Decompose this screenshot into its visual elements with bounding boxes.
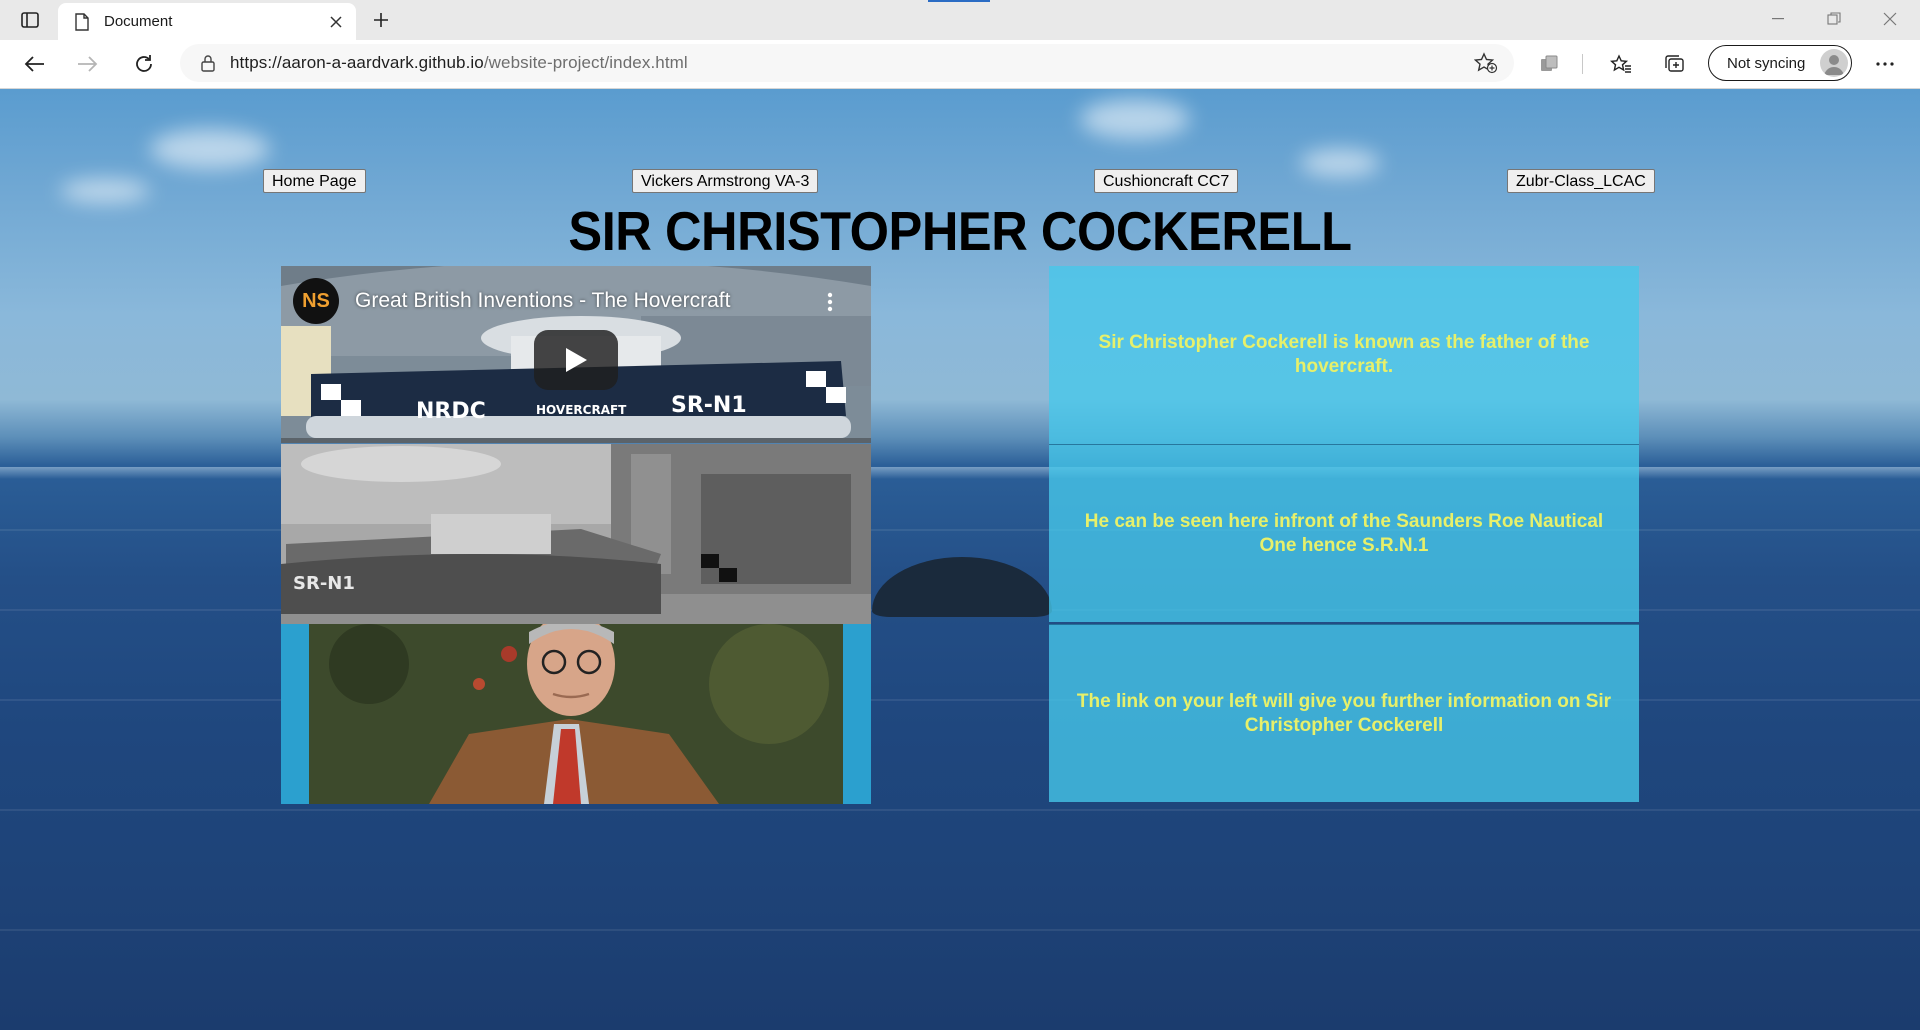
- wave-line: [0, 929, 1920, 931]
- extensions-icon[interactable]: [1534, 50, 1564, 78]
- minimize-icon[interactable]: [1750, 0, 1806, 38]
- profile-button[interactable]: Not syncing: [1708, 45, 1852, 81]
- video-embed[interactable]: NRDC HOVERCRAFT SR-N1 NS Great British I…: [281, 266, 871, 443]
- craft-marking-srn1: SR-N1: [671, 393, 747, 418]
- page-title: SIR CHRISTOPHER COCKERELL: [568, 200, 1352, 262]
- document-icon: [74, 12, 90, 31]
- video-title[interactable]: Great British Inventions - The Hovercraf…: [355, 289, 730, 313]
- browser-toolbar: https://aaron-a-aardvark.github.io/websi…: [0, 40, 1920, 89]
- craft-marking-hovercraft: HOVERCRAFT: [536, 403, 627, 417]
- avatar-icon: [1820, 49, 1848, 77]
- hovercraft-photo: SR-N1: [281, 444, 871, 624]
- video-menu-icon[interactable]: [827, 292, 833, 317]
- browser-tab-active[interactable]: Document: [58, 3, 356, 40]
- refresh-icon[interactable]: [126, 48, 162, 80]
- page-viewport: Home Page Vickers Armstrong VA-3 Cushion…: [0, 89, 1920, 1030]
- collections-icon[interactable]: [1660, 50, 1690, 78]
- close-window-icon[interactable]: [1862, 0, 1918, 38]
- video-header: NS Great British Inventions - The Hoverc…: [293, 278, 730, 324]
- portrait-frame: [281, 624, 871, 804]
- info-panel-srn1: He can be seen here infront of the Saund…: [1049, 444, 1639, 622]
- info-text: He can be seen here infront of the Saund…: [1084, 510, 1604, 556]
- url-path: /website-project/index.html: [483, 53, 688, 72]
- wave-line: [0, 809, 1920, 811]
- nav-link-zubr-class[interactable]: Zubr-Class_LCAC: [1507, 169, 1655, 193]
- forward-arrow-icon[interactable]: [70, 48, 106, 80]
- whale-back-image: [872, 557, 1052, 617]
- background-cloud: [1080, 99, 1190, 139]
- play-button-icon[interactable]: [534, 330, 618, 390]
- profile-status-label: Not syncing: [1727, 54, 1806, 72]
- nav-link-vickers-armstrong[interactable]: Vickers Armstrong VA-3: [632, 169, 819, 193]
- info-text: Sir Christopher Cockerell is known as th…: [1098, 332, 1590, 377]
- url-text: https://aaron-a-aardvark.github.io/websi…: [230, 53, 688, 73]
- favorites-icon[interactable]: [1606, 50, 1636, 78]
- craft-marking-nrdc: NRDC: [416, 399, 486, 424]
- info-panel-further-info: The link on your left will give you furt…: [1049, 624, 1639, 802]
- channel-avatar[interactable]: NS: [293, 278, 339, 324]
- close-tab-icon[interactable]: [322, 8, 350, 36]
- url-host: https://aaron-a-aardvark.github.io: [230, 53, 484, 72]
- tab-title: Document: [104, 13, 173, 30]
- add-favorite-icon[interactable]: [1474, 52, 1498, 74]
- lock-icon[interactable]: [198, 53, 218, 73]
- tab-strip-accent: [928, 0, 990, 2]
- photo-marking-srn1: SR-N1: [293, 573, 355, 594]
- new-tab-icon[interactable]: [366, 6, 396, 34]
- info-text: The link on your left will give you furt…: [1076, 690, 1612, 736]
- info-column: Sir Christopher Cockerell is known as th…: [1049, 266, 1639, 804]
- nav-link-cushioncraft[interactable]: Cushioncraft CC7: [1094, 169, 1239, 193]
- media-column: NRDC HOVERCRAFT SR-N1 NS Great British I…: [281, 266, 871, 804]
- tab-actions-icon[interactable]: [14, 8, 46, 32]
- back-arrow-icon[interactable]: [16, 48, 52, 80]
- info-panel-father-of-hovercraft: Sir Christopher Cockerell is known as th…: [1049, 266, 1639, 444]
- browser-tab-strip: Document: [0, 0, 1920, 40]
- background-cloud: [60, 179, 150, 203]
- toolbar-divider: [1582, 54, 1583, 74]
- address-bar[interactable]: https://aaron-a-aardvark.github.io/websi…: [180, 44, 1514, 82]
- nav-link-home-page[interactable]: Home Page: [263, 169, 366, 193]
- more-options-icon[interactable]: [1868, 50, 1902, 78]
- cockerell-portrait-photo: [309, 624, 843, 804]
- background-cloud: [150, 129, 270, 169]
- background-cloud: [1300, 149, 1380, 177]
- restore-icon[interactable]: [1806, 0, 1862, 38]
